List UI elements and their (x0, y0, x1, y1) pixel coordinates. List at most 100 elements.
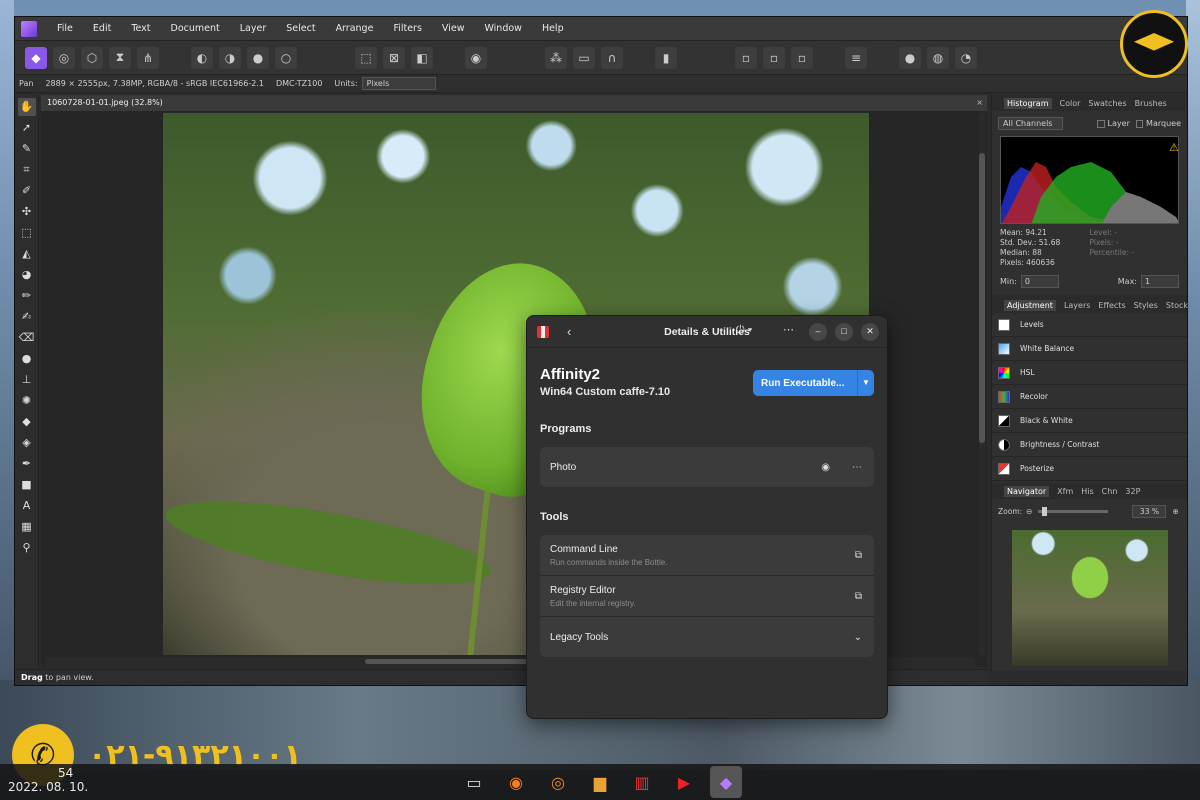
program-menu-icon[interactable]: ⋯ (852, 462, 862, 473)
export-persona-button[interactable]: ⋔ (137, 46, 159, 69)
arrange-button[interactable]: ▫ (791, 46, 813, 69)
zoom-slider[interactable] (1038, 507, 1109, 516)
distribute-button[interactable]: ▫ (763, 46, 785, 69)
magnet-icon[interactable]: ∩ (601, 46, 623, 69)
menu-document[interactable]: Document (161, 23, 230, 34)
pen-tool-icon[interactable]: ✒ (18, 455, 36, 473)
power-icon[interactable]: ⏻ ▾ (736, 324, 752, 337)
tab-32p[interactable]: 32P (1125, 487, 1140, 496)
tool-row-command-line[interactable]: Command Line Run commands inside the Bot… (540, 535, 874, 575)
menu-window[interactable]: Window (474, 23, 531, 34)
program-row-photo[interactable]: Photo ◉ ⋯ (540, 447, 874, 487)
channel-select[interactable]: All Channels (998, 117, 1064, 130)
color-replacement-icon[interactable]: ✍ (18, 308, 36, 326)
mesh-warp-icon[interactable]: ▦ (18, 518, 36, 536)
auto-colors-button[interactable]: ● (247, 46, 269, 69)
flood-fill-icon[interactable]: ◭ (18, 245, 36, 263)
maximize-button[interactable]: □ (835, 323, 853, 341)
boolean-intersect-icon[interactable]: ◔ (955, 46, 977, 69)
menu-text[interactable]: Text (121, 23, 160, 34)
run-program-icon[interactable]: ◉ (821, 462, 830, 473)
develop-persona-button[interactable]: ⬡ (81, 46, 103, 69)
adjustment-white-balance[interactable]: White Balance (992, 337, 1187, 361)
adjustment-brightness-contrast[interactable]: Brightness / Contrast (992, 433, 1187, 457)
close-button[interactable]: ✕ (861, 323, 879, 341)
bottles-icon[interactable]: ▥ (626, 766, 658, 798)
tab-layers[interactable]: Layers (1064, 301, 1090, 310)
menu-select[interactable]: Select (276, 23, 325, 34)
tool-row-legacy-tools[interactable]: Legacy Tools ⌄ (540, 617, 874, 657)
move-tool-icon[interactable]: ➚ (18, 119, 36, 137)
media-player-icon[interactable]: ▶ (668, 766, 700, 798)
liquify-persona-button[interactable]: ◎ (53, 46, 75, 69)
vertical-scrollbar[interactable] (979, 113, 985, 655)
auto-levels-button[interactable]: ◐ (191, 46, 213, 69)
boolean-add-icon[interactable]: ● (899, 46, 921, 69)
inpainting-brush-icon[interactable]: ✺ (18, 392, 36, 410)
zoom-in-icon[interactable]: ⊕ (1172, 507, 1178, 516)
adjustment-black-white[interactable]: Black & White (992, 409, 1187, 433)
tab-history[interactable]: His (1081, 487, 1093, 496)
tone-mapping-persona-button[interactable]: ⧗ (109, 46, 131, 69)
menu-edit[interactable]: Edit (83, 23, 121, 34)
menu-filters[interactable]: Filters (383, 23, 431, 34)
align-button[interactable]: ▫ (735, 46, 757, 69)
firefox-icon[interactable]: ◉ (500, 766, 532, 798)
show-desktop-icon[interactable]: ▭ (458, 766, 490, 798)
menu-layer[interactable]: Layer (230, 23, 277, 34)
selection-brush-icon[interactable]: ✐ (18, 182, 36, 200)
more-options-icon[interactable]: ⋯ (783, 323, 794, 336)
zoom-tool-icon[interactable]: ⚲ (18, 539, 36, 557)
rectangle-tool-icon[interactable]: ■ (18, 476, 36, 494)
hand-icon[interactable]: ✋ (17, 98, 36, 116)
adjustment-hsl[interactable]: HSL (992, 361, 1187, 385)
menu-help[interactable]: Help (532, 23, 574, 34)
menu-arrange[interactable]: Arrange (326, 23, 384, 34)
snapping-button[interactable]: ⁂ (545, 46, 567, 69)
adjustment-posterize[interactable]: Posterize (992, 457, 1187, 481)
flood-select-icon[interactable]: ✣ (18, 203, 36, 221)
tab-color[interactable]: Color (1060, 99, 1081, 108)
marquee-button[interactable]: ⬚ (355, 46, 377, 69)
dodge-brush-icon[interactable]: ● (18, 350, 36, 368)
minimize-button[interactable]: – (809, 323, 827, 341)
close-document-icon[interactable]: × (976, 95, 983, 111)
tab-styles[interactable]: Styles (1134, 301, 1158, 310)
run-executable-button[interactable]: Run Executable... ▼ (753, 370, 874, 396)
erase-brush-icon[interactable]: ⌫ (18, 329, 36, 347)
tab-adjustment[interactable]: Adjustment (1004, 299, 1056, 311)
tab-effects[interactable]: Effects (1098, 301, 1125, 310)
zoom-input[interactable]: 33 % (1132, 505, 1167, 518)
affinity-photo-taskbar-icon[interactable]: ◆ (710, 766, 742, 798)
navigator-thumbnail[interactable] (1012, 530, 1168, 666)
quick-mask-button[interactable]: ◉ (465, 46, 487, 69)
tab-brushes[interactable]: Brushes (1135, 99, 1167, 108)
tab-stock[interactable]: Stock (1166, 301, 1188, 310)
blur-brush-icon[interactable]: ◆ (18, 413, 36, 431)
toggle-lock-button[interactable]: ▮ (655, 46, 677, 69)
chevron-down-icon[interactable]: ⌄ (854, 632, 862, 643)
gradient-tool-icon[interactable]: ◕ (18, 266, 36, 284)
files-icon[interactable]: ▆ (584, 766, 616, 798)
photo-persona-button[interactable]: ◆ (25, 46, 47, 69)
marquee-checkbox[interactable] (1135, 119, 1144, 128)
deselect-button[interactable]: ⊠ (383, 46, 405, 69)
max-input[interactable]: 1 (1141, 275, 1179, 288)
ui-toggle-button[interactable]: ≡ (845, 46, 867, 69)
menu-file[interactable]: File (47, 23, 83, 34)
blender-icon[interactable]: ◎ (542, 766, 574, 798)
run-dropdown-icon[interactable]: ▼ (857, 370, 874, 396)
clone-brush-icon[interactable]: ⊥ (18, 371, 36, 389)
units-select[interactable]: Pixels (361, 77, 436, 90)
tab-channels[interactable]: Chn (1102, 487, 1118, 496)
invert-selection-button[interactable]: ◧ (411, 46, 433, 69)
color-picker-icon[interactable]: ✎ (18, 140, 36, 158)
adjustment-recolor[interactable]: Recolor (992, 385, 1187, 409)
layer-checkbox[interactable] (1097, 119, 1105, 128)
text-tool-icon[interactable]: A (18, 497, 36, 515)
zoom-out-icon[interactable]: ⊖ (1026, 507, 1032, 516)
marquee-tool-icon[interactable]: ⬚ (18, 224, 36, 242)
tab-transform[interactable]: Xfm (1057, 487, 1073, 496)
auto-white-balance-button[interactable]: ○ (275, 46, 297, 69)
crop-tool-icon[interactable]: ⌗ (18, 161, 36, 179)
